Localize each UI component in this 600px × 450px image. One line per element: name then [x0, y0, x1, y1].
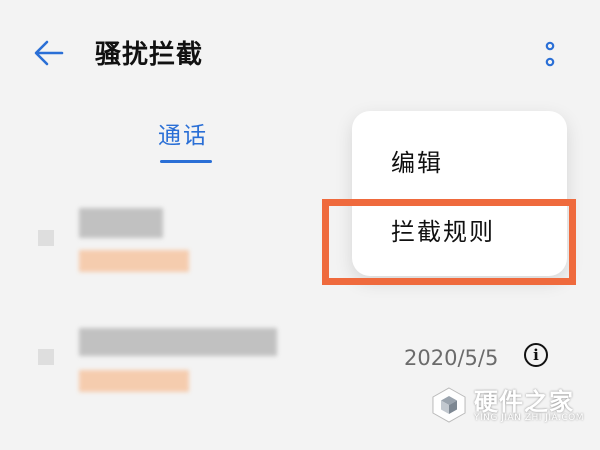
page-title: 骚扰拦截 — [95, 40, 204, 70]
more-vertical-icon[interactable] — [540, 40, 560, 70]
info-icon[interactable]: i — [524, 343, 548, 367]
entry-avatar — [38, 349, 54, 365]
cube-logo-icon — [432, 387, 466, 423]
blurred-caller-detail — [79, 250, 189, 272]
entry-avatar — [38, 230, 54, 246]
highlight-box — [322, 199, 576, 285]
blurred-caller-name — [79, 208, 163, 238]
blurred-caller-name — [79, 328, 277, 356]
tab-calls[interactable]: 通话 — [158, 116, 208, 150]
entry-date: 2020/5/5 — [404, 346, 499, 370]
tab-indicator — [160, 160, 212, 163]
arrow-left-icon[interactable] — [32, 36, 66, 70]
watermark: 硬件之家 YING JIAN ZHI JIA.COM — [430, 382, 598, 434]
watermark-title: 硬件之家 — [474, 388, 574, 416]
blurred-caller-detail — [79, 370, 189, 392]
watermark-subtitle: YING JIAN ZHI JIA.COM — [474, 413, 585, 423]
menu-item-edit[interactable]: 编辑 — [391, 143, 443, 178]
